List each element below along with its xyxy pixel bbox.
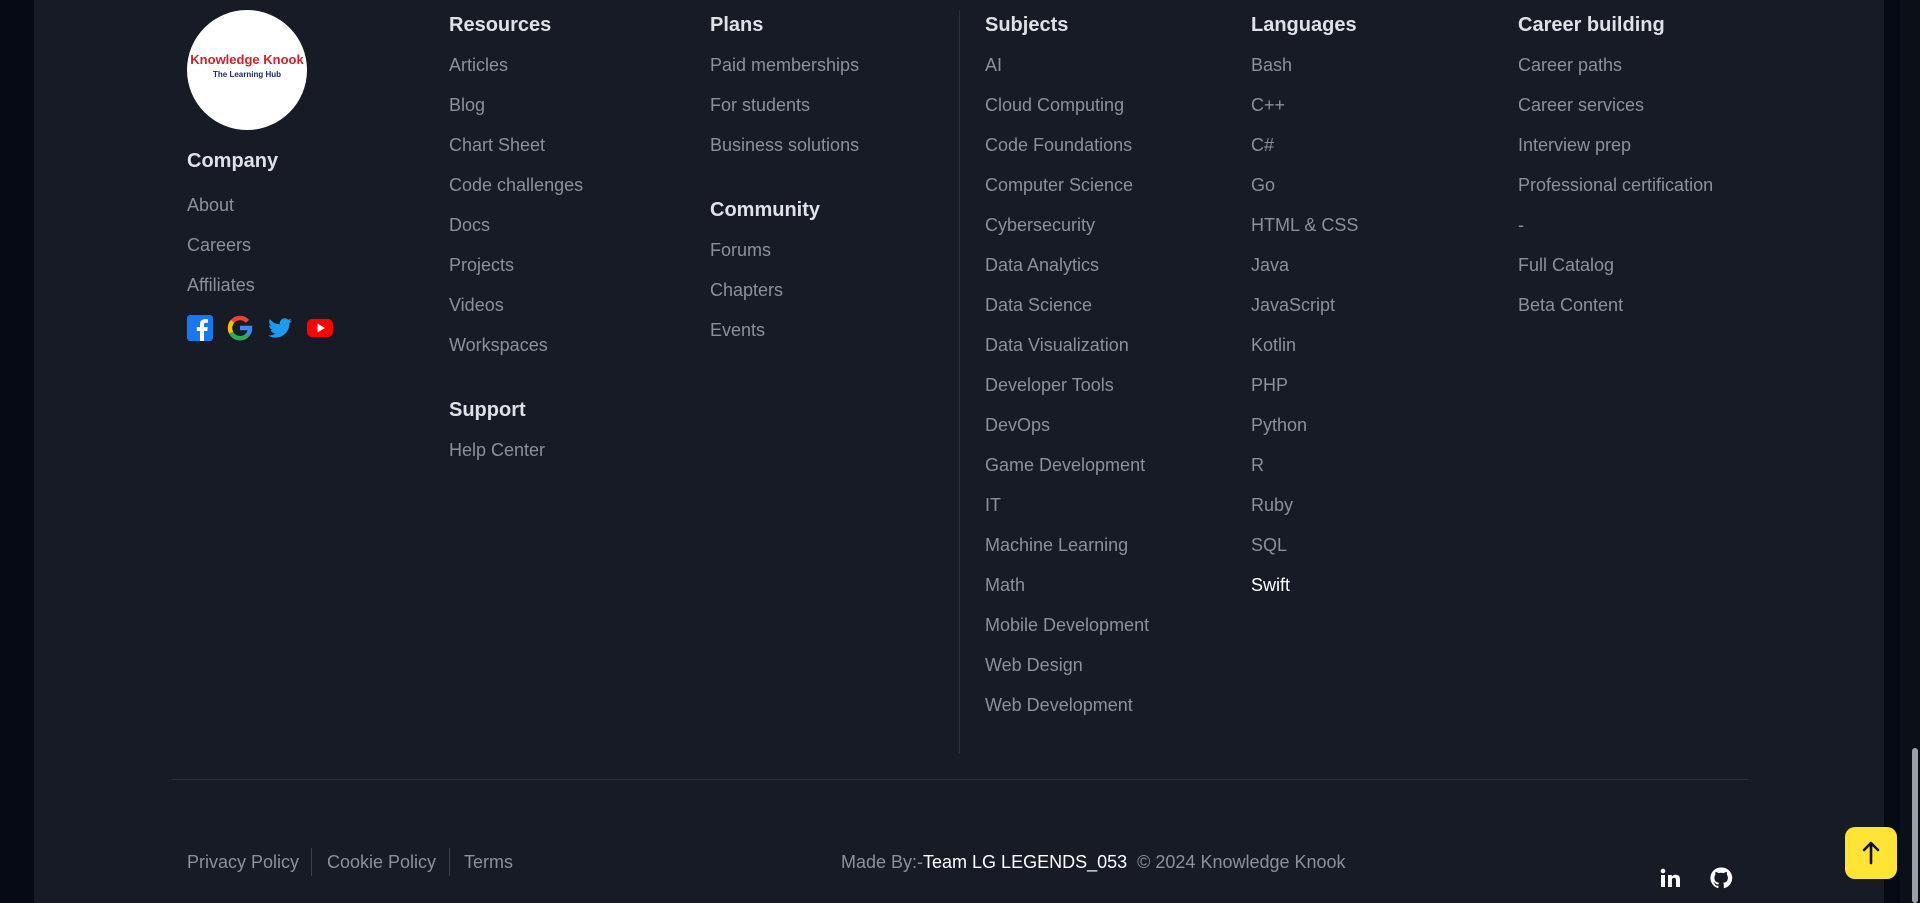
languages-link[interactable]: C# [1251, 136, 1274, 154]
team-name: Team LG LEGENDS_053 [923, 852, 1128, 872]
subjects-link[interactable]: Machine Learning [985, 536, 1128, 554]
footer-divider [172, 779, 1748, 780]
languages-link[interactable]: HTML & CSS [1251, 216, 1358, 234]
languages-link[interactable]: Go [1251, 176, 1275, 194]
languages-link[interactable]: Bash [1251, 56, 1292, 74]
languages-link[interactable]: R [1251, 456, 1264, 474]
logo-title: Knowledge Knook [190, 52, 304, 67]
facebook-icon[interactable] [187, 315, 213, 341]
community-heading: Community [710, 199, 820, 221]
career-link[interactable]: Beta Content [1518, 296, 1623, 314]
community-link-chapters[interactable]: Chapters [710, 281, 783, 299]
subjects-link[interactable]: Game Development [985, 456, 1145, 474]
resources-link-projects[interactable]: Projects [449, 256, 514, 274]
career-separator: - [1518, 215, 1524, 235]
footer-separator [311, 848, 312, 876]
subjects-link[interactable]: AI [985, 56, 1002, 74]
google-icon[interactable] [227, 315, 253, 341]
plans-link-for-students[interactable]: For students [710, 96, 810, 114]
languages-heading: Languages [1251, 14, 1357, 36]
languages-link[interactable]: JavaScript [1251, 296, 1335, 314]
company-link-affiliates[interactable]: Affiliates [187, 276, 255, 294]
subjects-link[interactable]: Data Analytics [985, 256, 1099, 274]
support-link-help-center[interactable]: Help Center [449, 441, 545, 459]
plans-link-paid-memberships[interactable]: Paid memberships [710, 56, 859, 74]
languages-link[interactable]: Java [1251, 256, 1289, 274]
career-link[interactable]: Career services [1518, 96, 1644, 114]
resources-link-docs[interactable]: Docs [449, 216, 490, 234]
career-link[interactable]: Full Catalog [1518, 256, 1614, 274]
subjects-link[interactable]: Mobile Development [985, 616, 1149, 634]
resources-link-chart-sheet[interactable]: Chart Sheet [449, 136, 545, 154]
column-divider [959, 10, 960, 753]
subjects-link[interactable]: Cybersecurity [985, 216, 1095, 234]
subjects-link[interactable]: Math [985, 576, 1025, 594]
arrow-up-icon [1862, 841, 1880, 865]
subjects-heading: Subjects [985, 14, 1069, 36]
plans-heading: Plans [710, 14, 764, 36]
community-link-events[interactable]: Events [710, 321, 765, 339]
languages-link[interactable]: Ruby [1251, 496, 1293, 514]
subjects-link[interactable]: Code Foundations [985, 136, 1132, 154]
career-link[interactable]: Career paths [1518, 56, 1622, 74]
twitter-icon[interactable] [267, 315, 293, 341]
languages-link-hovered[interactable]: Swift [1251, 576, 1290, 594]
copyright: © 2024 Knowledge Knook [1137, 852, 1346, 872]
subjects-link[interactable]: Cloud Computing [985, 96, 1124, 114]
subjects-link[interactable]: Data Visualization [985, 336, 1129, 354]
linkedin-icon[interactable] [1658, 866, 1682, 890]
career-link[interactable]: Interview prep [1518, 136, 1631, 154]
resources-link-workspaces[interactable]: Workspaces [449, 336, 548, 354]
resources-link-videos[interactable]: Videos [449, 296, 504, 314]
resources-heading: Resources [449, 14, 552, 36]
made-by-label: Made By:- [841, 852, 924, 872]
languages-link[interactable]: SQL [1251, 536, 1287, 554]
resources-link-code-challenges[interactable]: Code challenges [449, 176, 583, 194]
subjects-link[interactable]: Developer Tools [985, 376, 1114, 394]
subjects-link[interactable]: IT [985, 496, 1001, 514]
company-link-about[interactable]: About [187, 196, 234, 214]
subjects-link[interactable]: Web Design [985, 656, 1083, 674]
terms-link[interactable]: Terms [464, 853, 513, 871]
plans-link-business-solutions[interactable]: Business solutions [710, 136, 859, 154]
resources-link-blog[interactable]: Blog [449, 96, 485, 114]
youtube-icon[interactable] [307, 315, 333, 341]
made-by-credit: Made By:-Team LG LEGENDS_053 © 2024 Knowl… [841, 853, 1346, 871]
company-link-careers[interactable]: Careers [187, 236, 251, 254]
privacy-policy-link[interactable]: Privacy Policy [187, 853, 299, 871]
languages-link[interactable]: Python [1251, 416, 1307, 434]
community-link-forums[interactable]: Forums [710, 241, 771, 259]
languages-link[interactable]: PHP [1251, 376, 1288, 394]
subjects-link[interactable]: Data Science [985, 296, 1092, 314]
scrollbar-thumb[interactable] [1912, 748, 1918, 903]
languages-link[interactable]: C++ [1251, 96, 1285, 114]
cookie-policy-link[interactable]: Cookie Policy [327, 853, 436, 871]
scroll-to-top-button[interactable] [1845, 827, 1897, 879]
career-link[interactable]: Professional certification [1518, 176, 1713, 194]
company-heading: Company [187, 150, 279, 172]
career-heading: Career building [1518, 14, 1665, 36]
subjects-link[interactable]: Computer Science [985, 176, 1133, 194]
subjects-link[interactable]: Web Development [985, 696, 1133, 714]
footer-separator [449, 848, 450, 876]
site-logo[interactable]: Knowledge Knook The Learning Hub [187, 10, 307, 130]
subjects-link[interactable]: DevOps [985, 416, 1050, 434]
logo-subtitle: The Learning Hub [213, 70, 281, 79]
support-heading: Support [449, 399, 526, 421]
resources-link-articles[interactable]: Articles [449, 56, 508, 74]
languages-link[interactable]: Kotlin [1251, 336, 1296, 354]
github-icon[interactable] [1709, 866, 1733, 890]
